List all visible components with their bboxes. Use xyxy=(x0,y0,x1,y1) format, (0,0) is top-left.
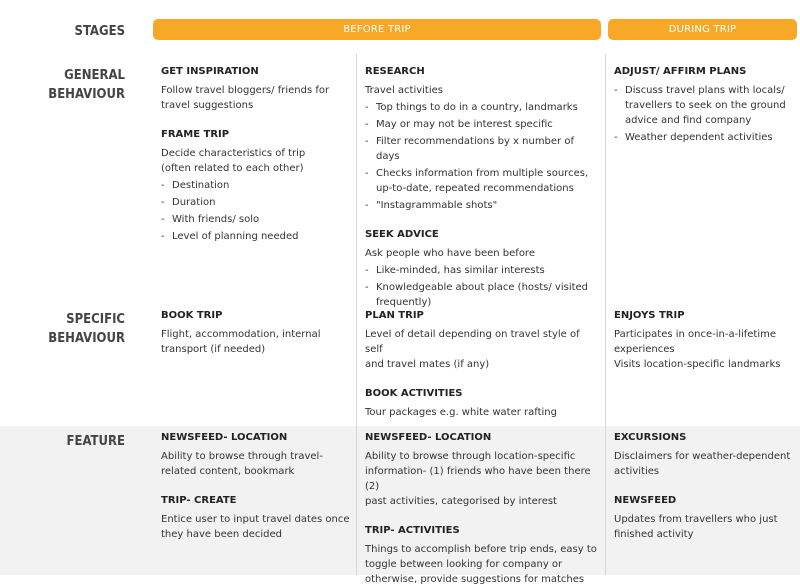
bullet-item: Weather dependent activities xyxy=(614,130,796,145)
block-description: Disclaimers for weather-dependent activi… xyxy=(614,451,791,477)
content-block: NEWSFEED Updates from travellers who just… xyxy=(614,493,796,542)
bullet-item: Discuss travel plans with locals/ travel… xyxy=(614,83,796,128)
block-heading: PLAN TRIP xyxy=(365,310,424,321)
bullet-item: Like-minded, has similar interests xyxy=(365,263,600,278)
general-before-cell-2: RESEARCH Travel activities Top things to d… xyxy=(365,64,600,312)
block-description: Updates from travellers who just finishe… xyxy=(614,514,778,540)
block-description: Follow travel bloggers/ friends for trav… xyxy=(161,85,330,111)
bullet-list: Top things to do in a country, landmarks… xyxy=(365,100,600,213)
bullet-list: Destination Duration With friends/ solo Lev… xyxy=(161,178,351,244)
block-description: Entice user to input travel dates once t… xyxy=(161,514,350,540)
bullet-item: Duration xyxy=(161,195,351,210)
feature-during-cell: EXCURSIONS Disclaimers for weather-depend… xyxy=(614,430,796,542)
block-heading: BOOK TRIP xyxy=(161,310,223,321)
block-heading: TRIP- CREATE xyxy=(161,495,237,506)
bullet-item: Checks information from multiple sources… xyxy=(365,166,600,196)
during-trip-stage-bar: DURING TRIP xyxy=(608,19,797,40)
column-divider xyxy=(356,54,357,575)
content-block: ADJUST/ AFFIRM PLANS Discuss travel plans… xyxy=(614,64,796,145)
bullet-list: Discuss travel plans with locals/ travel… xyxy=(614,83,796,145)
block-description: Decide characteristics of trip (often re… xyxy=(161,148,306,174)
stages-label: STAGES xyxy=(74,24,125,39)
block-description: Ability to browse through travel- relate… xyxy=(161,451,323,477)
content-block: FRAME TRIP Decide characteristics of trip… xyxy=(161,127,351,244)
block-heading: NEWSFEED- LOCATION xyxy=(365,432,492,443)
general-behaviour-label: GENERAL BEHAVIOUR xyxy=(48,68,125,102)
content-block: RESEARCH Travel activities Top things to d… xyxy=(365,64,600,213)
bullet-item: With friends/ solo xyxy=(161,212,351,227)
block-heading: NEWSFEED xyxy=(614,495,677,506)
general-before-cell-1: GET INSPIRATION Follow travel bloggers/ f… xyxy=(161,64,351,246)
content-block: SEEK ADVICE Ask people who have been befo… xyxy=(365,227,600,310)
block-description: Things to accomplish before trip ends, e… xyxy=(365,544,597,585)
content-block: TRIP- CREATE Entice user to input travel … xyxy=(161,493,351,542)
block-heading: GET INSPIRATION xyxy=(161,66,259,77)
block-description: Ask people who have been before xyxy=(365,248,535,259)
specific-before-cell-2: PLAN TRIP Level of detail depending on tr… xyxy=(365,308,600,420)
before-trip-stage-bar: BEFORE TRIP xyxy=(153,19,601,40)
block-description: Tour packages e.g. white water rafting xyxy=(365,407,557,418)
content-block: PLAN TRIP Level of detail depending on tr… xyxy=(365,308,600,372)
block-heading: SEEK ADVICE xyxy=(365,229,439,240)
content-block: NEWSFEED- LOCATION Ability to browse thro… xyxy=(161,430,351,479)
bullet-item: Knowledgeable about place (hosts/ visite… xyxy=(365,280,600,310)
bullet-item: May or may not be interest specific xyxy=(365,117,600,132)
bullet-item: Filter recommendations by x number of da… xyxy=(365,134,600,164)
column-divider xyxy=(605,54,606,575)
specific-behaviour-label: SPECIFIC BEHAVIOUR xyxy=(48,312,125,346)
block-description: Level of detail depending on travel styl… xyxy=(365,329,580,370)
bullet-item: "Instagrammable shots" xyxy=(365,198,600,213)
block-description: Ability to browse through location-speci… xyxy=(365,451,591,507)
specific-before-cell-1: BOOK TRIP Flight, accommodation, internal… xyxy=(161,308,351,357)
bullet-list: Like-minded, has similar interests Knowle… xyxy=(365,263,600,310)
bullet-item: Top things to do in a country, landmarks xyxy=(365,100,600,115)
feature-before-cell-1: NEWSFEED- LOCATION Ability to browse thro… xyxy=(161,430,351,542)
general-during-cell: ADJUST/ AFFIRM PLANS Discuss travel plans… xyxy=(614,64,796,147)
block-description: Flight, accommodation, internal transpor… xyxy=(161,329,321,355)
bullet-item: Destination xyxy=(161,178,351,193)
block-description: Travel activities xyxy=(365,85,443,96)
block-heading: NEWSFEED- LOCATION xyxy=(161,432,288,443)
block-heading: FRAME TRIP xyxy=(161,129,230,140)
content-block: NEWSFEED- LOCATION Ability to browse thro… xyxy=(365,430,600,509)
bullet-item: Level of planning needed xyxy=(161,229,351,244)
content-block: EXCURSIONS Disclaimers for weather-depend… xyxy=(614,430,796,479)
feature-label: FEATURE xyxy=(66,434,126,449)
specific-during-cell: ENJOYS TRIP Participates in once-in-a-lif… xyxy=(614,308,796,372)
content-block: BOOK TRIP Flight, accommodation, internal… xyxy=(161,308,351,357)
content-block: ENJOYS TRIP Participates in once-in-a-lif… xyxy=(614,308,796,372)
block-description: Participates in once-in-a-lifetime exper… xyxy=(614,329,781,370)
content-block: TRIP- ACTIVITIES Things to accomplish bef… xyxy=(365,523,600,587)
block-heading: BOOK ACTIVITIES xyxy=(365,388,463,399)
block-heading: EXCURSIONS xyxy=(614,432,687,443)
content-block: BOOK ACTIVITIES Tour packages e.g. white … xyxy=(365,386,600,420)
content-block: GET INSPIRATION Follow travel bloggers/ f… xyxy=(161,64,351,113)
block-heading: ENJOYS TRIP xyxy=(614,310,685,321)
block-heading: ADJUST/ AFFIRM PLANS xyxy=(614,66,747,77)
block-heading: RESEARCH xyxy=(365,66,425,77)
block-heading: TRIP- ACTIVITIES xyxy=(365,525,460,536)
feature-before-cell-2: NEWSFEED- LOCATION Ability to browse thro… xyxy=(365,430,600,587)
